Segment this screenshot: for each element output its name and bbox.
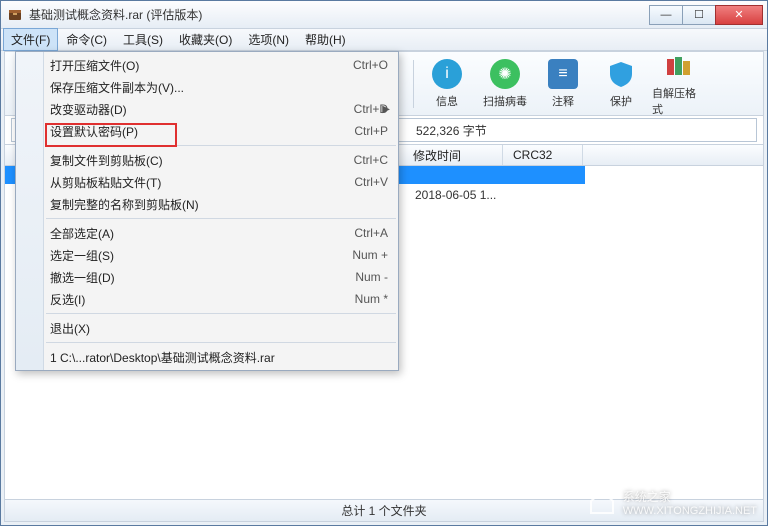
window-title: 基础测试概念资料.rar (评估版本)	[29, 6, 650, 23]
virus-icon: ✺	[490, 59, 520, 89]
menu-open-archive[interactable]: 打开压缩文件(O)Ctrl+O	[16, 54, 398, 76]
window-controls: — ☐ ✕	[650, 5, 763, 25]
menu-copy-names[interactable]: 复制完整的名称到剪贴板(N)	[16, 193, 398, 215]
menu-paste-files[interactable]: 从剪贴板粘贴文件(T)Ctrl+V	[16, 171, 398, 193]
books-icon	[664, 52, 694, 81]
menu-invert-selection[interactable]: 反选(I)Num *	[16, 288, 398, 310]
comment-icon: ≡	[548, 59, 578, 89]
status-text: 总计 1 个文件夹	[341, 502, 426, 519]
menu-help[interactable]: 帮助(H)	[297, 28, 354, 51]
menu-select-all[interactable]: 全部选定(A)Ctrl+A	[16, 222, 398, 244]
info-button[interactable]: i 信息	[418, 55, 476, 113]
menu-options[interactable]: 选项(N)	[240, 28, 297, 51]
toolbar-separator	[413, 60, 414, 108]
menu-select-group[interactable]: 选定一组(S)Num +	[16, 244, 398, 266]
header-modified[interactable]: 修改时间	[403, 145, 503, 165]
menu-save-copy[interactable]: 保存压缩文件副本为(V)...	[16, 76, 398, 98]
menu-separator	[46, 145, 396, 146]
menu-tools[interactable]: 工具(S)	[115, 28, 171, 51]
close-button[interactable]: ✕	[715, 5, 763, 25]
titlebar[interactable]: 基础测试概念资料.rar (评估版本) — ☐ ✕	[1, 1, 767, 29]
comment-button[interactable]: ≡ 注释	[534, 55, 592, 113]
menu-command[interactable]: 命令(C)	[58, 28, 115, 51]
app-window: 基础测试概念资料.rar (评估版本) — ☐ ✕ 文件(F) 命令(C) 工具…	[0, 0, 768, 526]
header-crc[interactable]: CRC32	[503, 145, 583, 165]
info-icon: i	[432, 59, 462, 89]
menu-separator	[46, 313, 396, 314]
shield-icon	[606, 59, 636, 89]
menu-separator	[46, 218, 396, 219]
menu-change-drive[interactable]: 改变驱动器(D)Ctrl+D▶	[16, 98, 398, 120]
path-text: 522,326 字节	[416, 122, 487, 139]
menu-exit[interactable]: 退出(X)	[16, 317, 398, 339]
sfx-button[interactable]: 自解压格式	[650, 52, 708, 116]
app-icon	[7, 7, 23, 23]
maximize-button[interactable]: ☐	[682, 5, 716, 25]
file-menu-dropdown: 打开压缩文件(O)Ctrl+O 保存压缩文件副本为(V)... 改变驱动器(D)…	[15, 51, 399, 371]
menu-recent-file[interactable]: 1 C:\...rator\Desktop\基础测试概念资料.rar	[16, 346, 398, 368]
menu-set-password[interactable]: 设置默认密码(P)Ctrl+P	[16, 120, 398, 142]
statusbar: 总计 1 个文件夹	[5, 499, 763, 521]
menu-deselect-group[interactable]: 撤选一组(D)Num -	[16, 266, 398, 288]
menu-separator	[46, 342, 396, 343]
menu-copy-files[interactable]: 复制文件到剪贴板(C)Ctrl+C	[16, 149, 398, 171]
menubar: 文件(F) 命令(C) 工具(S) 收藏夹(O) 选项(N) 帮助(H)	[1, 29, 767, 51]
menu-favorites[interactable]: 收藏夹(O)	[171, 28, 240, 51]
minimize-button[interactable]: —	[649, 5, 683, 25]
menu-file[interactable]: 文件(F)	[3, 28, 58, 51]
protect-button[interactable]: 保护	[592, 55, 650, 113]
scan-button[interactable]: ✺ 扫描病毒	[476, 55, 534, 113]
chevron-right-icon: ▶	[382, 104, 390, 115]
